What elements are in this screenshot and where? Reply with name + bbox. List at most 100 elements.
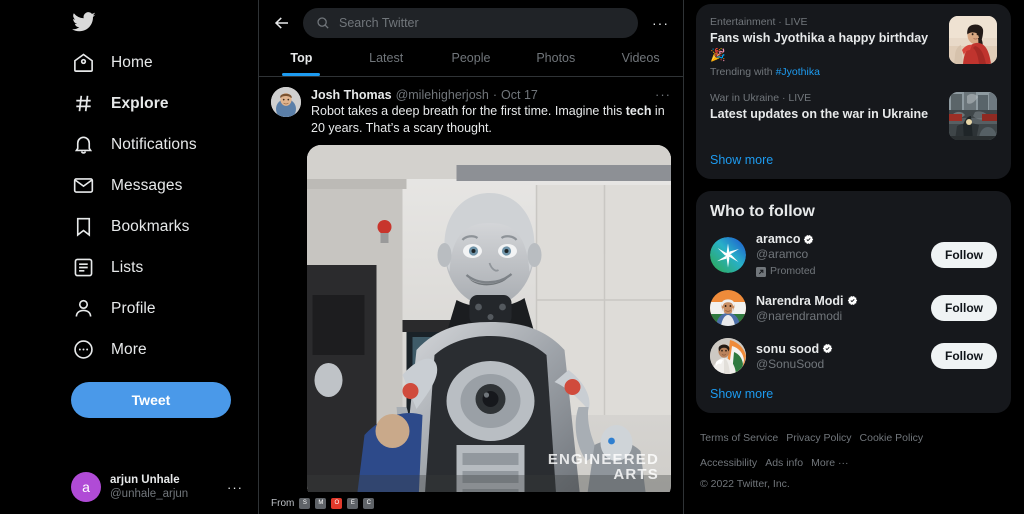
tweet-media[interactable]: ENGINEERED ARTS <box>307 144 671 500</box>
trend-body: Entertainment · LIVE Fans wish Jyothika … <box>710 16 939 78</box>
tweet-header: Josh Thomas @milehigherjosh · Oct 17 ··· <box>311 87 671 102</box>
avatar[interactable] <box>710 236 746 273</box>
sidebar-item-label: Notifications <box>111 135 197 153</box>
trending-hashtag[interactable]: #Jyothika <box>776 66 820 78</box>
follow-suggestion-handle: @SonuSood <box>756 356 825 371</box>
sidebar-nav: Home Explore Notifications Messages Book… <box>0 42 258 370</box>
tweet-timestamp: Oct 17 <box>501 88 538 102</box>
footer-link-cookie[interactable]: Cookie Policy <box>860 432 924 444</box>
sidebar-item-profile[interactable]: Profile <box>0 288 258 329</box>
tweet-text-part1: Robot takes a deep breath for the first … <box>311 104 626 118</box>
avatar[interactable] <box>271 87 301 117</box>
tweet-separator: · <box>492 88 498 102</box>
account-name-text: sonu sood <box>756 341 820 356</box>
tab-latest[interactable]: Latest <box>344 40 429 76</box>
twitter-app: Home Explore Notifications Messages Book… <box>0 0 1024 514</box>
avatar[interactable] <box>710 338 746 375</box>
person-icon <box>75 299 92 317</box>
search-settings-icon[interactable]: ··· <box>650 15 671 31</box>
account-more-icon[interactable]: ··· <box>227 480 243 495</box>
account-name-text: aramco <box>756 232 801 246</box>
follow-suggestion-name: Narendra Modi <box>756 293 921 309</box>
extension-badge[interactable]: S <box>299 497 311 509</box>
sidebar-item-label: Profile <box>111 299 156 317</box>
promoted-label: Promoted <box>756 265 921 279</box>
back-arrow-icon[interactable] <box>273 14 291 32</box>
sidebar-item-bookmarks[interactable]: Bookmarks <box>0 206 258 247</box>
footer-links: Terms of Service Privacy Policy Cookie Pol… <box>696 413 1011 492</box>
extension-badge[interactable]: E <box>347 497 359 509</box>
follow-button[interactable]: Follow <box>931 343 997 370</box>
watermark-line-1: ENGINEERED <box>547 450 659 468</box>
sidebar-item-messages[interactable]: Messages <box>0 165 258 206</box>
trend-thumbnail[interactable] <box>949 92 997 140</box>
sidebar-item-label: More <box>111 340 147 358</box>
follow-suggestion-name: aramco <box>756 231 921 247</box>
account-handle: @unhale_arjun <box>110 488 189 500</box>
trend-title: Latest updates on the war in Ukraine <box>710 107 929 121</box>
media-watermark: ENGINEERED ARTS <box>548 452 659 482</box>
twitter-logo[interactable] <box>0 4 258 40</box>
tab-videos[interactable]: Videos <box>598 40 683 76</box>
right-sidebar: Entertainment · LIVE Fans wish Jyothika … <box>684 0 1023 514</box>
follow-suggestion-row[interactable]: sonu sood @SonuSood Follow <box>710 338 997 375</box>
trend-item[interactable]: War in Ukraine · LIVE Latest updates on … <box>710 92 997 140</box>
search-box[interactable] <box>303 8 638 38</box>
tweet-author-handle: @milehigherjosh <box>395 88 489 102</box>
footer-link-accessibility[interactable]: Accessibility <box>700 457 757 469</box>
account-name-text: Narendra Modi <box>756 293 844 308</box>
sidebar-item-home[interactable]: Home <box>0 42 258 83</box>
woman-in-red-saree-photo <box>949 16 997 64</box>
footer-link-ads-info[interactable]: Ads info <box>765 457 803 469</box>
promoted-text: Promoted <box>770 264 816 277</box>
extension-badge-active[interactable]: O <box>331 497 343 509</box>
footer-link-more[interactable]: More ··· <box>811 457 848 469</box>
trends-show-more[interactable]: Show more <box>710 153 997 167</box>
follow-button[interactable]: Follow <box>931 295 997 322</box>
bell-icon <box>74 136 93 154</box>
tweet-card[interactable]: Josh Thomas @milehigherjosh · Oct 17 ···… <box>259 77 683 137</box>
sidebar-item-label: Explore <box>111 94 169 112</box>
bookmark-icon <box>76 217 91 237</box>
trends-card: Entertainment · LIVE Fans wish Jyothika … <box>696 4 1011 179</box>
browser-extension-bar: From S M O E C <box>259 492 683 514</box>
follow-suggestion-row[interactable]: Narendra Modi @narendramodi Follow <box>710 290 997 327</box>
sidebar-item-more[interactable]: More <box>0 329 258 370</box>
sidebar-item-label: Home <box>111 53 153 71</box>
more-circle-icon <box>74 340 93 359</box>
follow-suggestion-row[interactable]: aramco @aramco Promoted Follow <box>710 231 997 278</box>
follow-button[interactable]: Follow <box>931 241 997 268</box>
watermark-line-2: ARTS <box>613 465 659 483</box>
avatar[interactable] <box>710 290 746 327</box>
sidebar-item-explore[interactable]: Explore <box>0 83 258 124</box>
footer-link-terms[interactable]: Terms of Service <box>700 432 778 444</box>
follow-suggestion-handle: @narendramodi <box>756 308 843 323</box>
avatar: a <box>71 472 101 502</box>
search-input[interactable] <box>339 16 625 30</box>
who-to-follow-show-more[interactable]: Show more <box>710 387 997 401</box>
follow-suggestion-body: Narendra Modi @narendramodi <box>756 293 921 325</box>
search-icon <box>317 17 329 29</box>
tab-photos[interactable]: Photos <box>513 40 598 76</box>
footer-copyright: © 2022 Twitter, Inc. <box>700 478 790 491</box>
list-icon <box>74 258 93 277</box>
extension-badge[interactable]: C <box>363 497 375 509</box>
tab-top[interactable]: Top <box>259 40 344 76</box>
sidebar-item-notifications[interactable]: Notifications <box>0 124 258 165</box>
sidebar-item-lists[interactable]: Lists <box>0 247 258 288</box>
trend-thumbnail[interactable] <box>949 16 997 64</box>
trend-category: Entertainment · LIVE <box>710 16 808 28</box>
tab-people[interactable]: People <box>429 40 514 76</box>
main-column: ··· Top Latest People Photos Videos <box>259 0 684 514</box>
search-header: ··· <box>259 0 683 40</box>
tweet-button[interactable]: Tweet <box>71 382 231 418</box>
tweet-author-name[interactable]: Josh Thomas <box>311 88 392 102</box>
who-to-follow-title: Who to follow <box>710 203 815 220</box>
footer-link-privacy[interactable]: Privacy Policy <box>786 432 851 444</box>
tweet-more-icon[interactable]: ··· <box>655 87 671 102</box>
follow-suggestion-name: sonu sood <box>756 341 921 357</box>
extension-badge[interactable]: M <box>315 497 327 509</box>
hashtag-icon <box>76 95 91 112</box>
trend-item[interactable]: Entertainment · LIVE Fans wish Jyothika … <box>710 16 997 78</box>
account-switcher[interactable]: a arjun Unhale @unhale_arjun ··· <box>71 472 243 502</box>
